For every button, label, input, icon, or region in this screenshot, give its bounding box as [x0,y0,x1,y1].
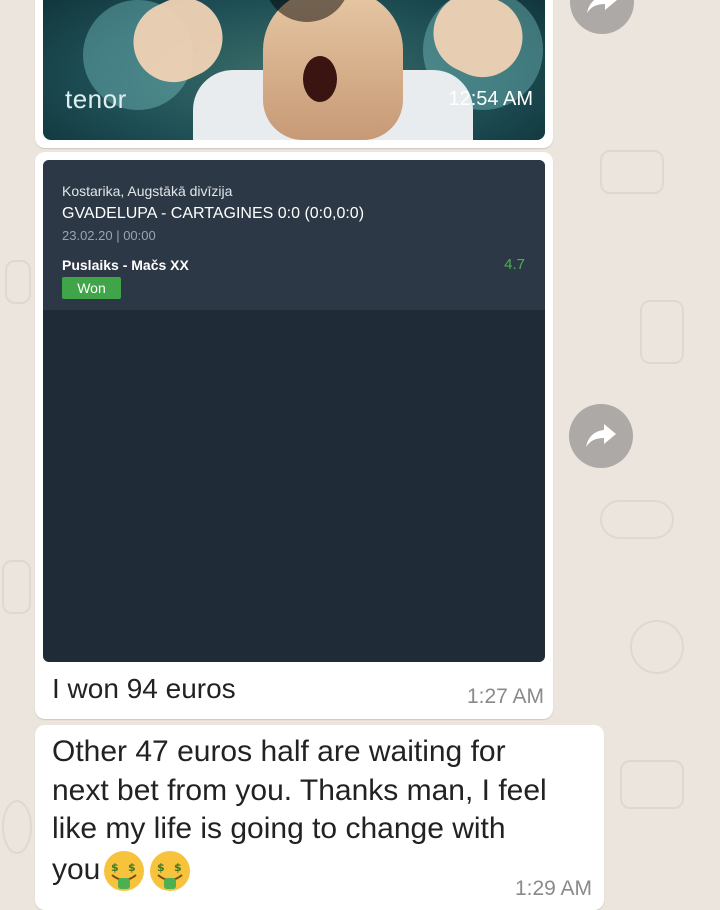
gif-message-bubble[interactable]: GIF tenor 12:54 AM [35,0,553,148]
text-message-bubble[interactable]: Other 47 euros half are waiting for next… [35,725,604,910]
wallpaper-doodle [630,620,684,674]
bet-card: Kostarika, Augstākā divīzija GVADELUPA -… [43,160,545,310]
bet-date: 23.02.20 | 00:00 [62,228,156,243]
wallpaper-doodle [2,800,32,854]
wallpaper-doodle [600,500,674,539]
message-line: you [52,852,101,886]
image-message-bubble[interactable]: Kostarika, Augstākā divīzija GVADELUPA -… [35,152,553,719]
message-line: like my life is going to change with [52,812,506,845]
wallpaper-doodle [5,260,31,304]
message-time: 1:27 AM [466,685,544,708]
bet-screenshot[interactable]: Kostarika, Augstākā divīzija GVADELUPA -… [43,160,545,662]
bet-match: GVADELUPA - CARTAGINES 0:0 (0:0,0:0) [62,205,365,222]
forward-button[interactable] [569,404,633,468]
wallpaper-doodle [600,150,664,194]
money-mouth-face-icon: $ $ [148,849,192,893]
message-caption: I won 94 euros [52,673,236,704]
bet-league: Kostarika, Augstākā divīzija [62,183,233,199]
bet-selection: Puslaiks - Mačs XX [62,257,189,273]
svg-text:$: $ [128,861,136,874]
wallpaper-doodle [640,300,684,364]
money-mouth-face-icon: $ $ [102,849,146,893]
message-line: next bet from you. Thanks man, I feel [52,773,547,807]
bet-odds: 4.7 [504,256,525,273]
message-time: 12:54 AM [448,88,533,110]
gif-media[interactable]: GIF tenor 12:54 AM [43,0,545,140]
message-line: Other 47 euros half are waiting for [52,735,506,768]
wallpaper-doodle [620,760,684,809]
gif-figure-mouth [303,56,337,102]
forward-icon [587,0,617,13]
wallpaper-doodle [2,560,31,614]
svg-text:$: $ [157,861,165,874]
svg-text:$: $ [174,861,182,874]
tenor-logo: tenor [65,84,127,114]
gif-figure-face [263,0,403,140]
forward-icon [586,424,616,447]
svg-text:$: $ [111,861,119,874]
bet-status-badge: Won [62,277,121,299]
message-text: Other 47 euros half are waiting for next… [52,733,597,893]
message-time: 1:29 AM [514,877,592,900]
